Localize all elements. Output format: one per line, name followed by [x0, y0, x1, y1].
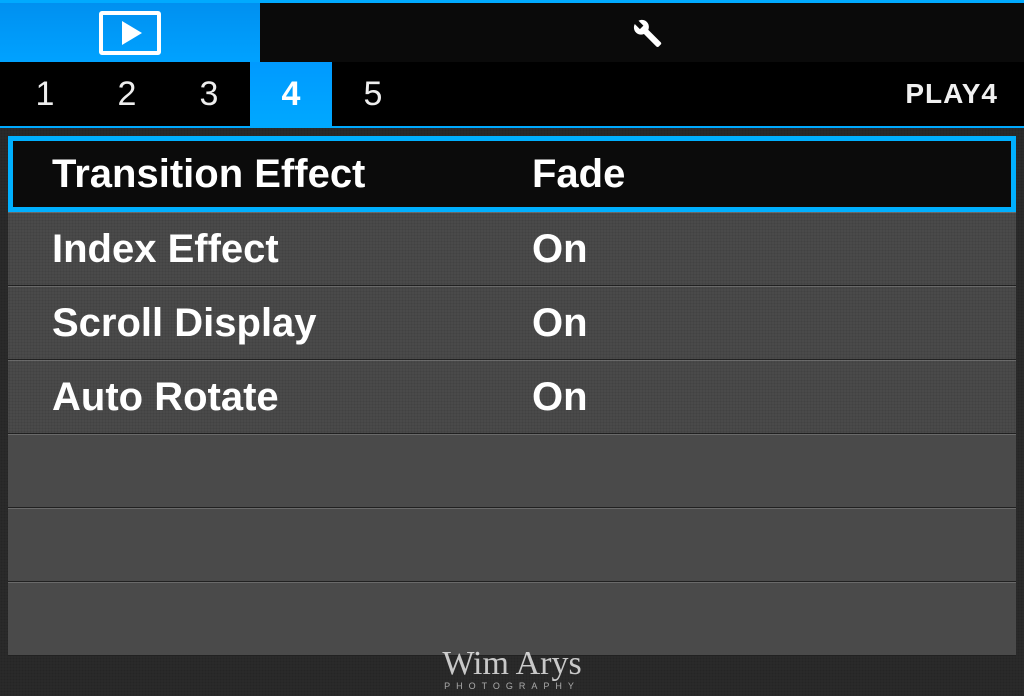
top-category-tabs — [0, 0, 1024, 62]
menu-row-value: On — [532, 375, 986, 420]
menu-row[interactable]: Transition EffectFade — [8, 136, 1016, 212]
menu-row-empty — [8, 434, 1016, 508]
page-tab-5[interactable]: 5 — [332, 62, 414, 126]
menu-row[interactable]: Scroll DisplayOn — [8, 286, 1016, 360]
page-tab-2[interactable]: 2 — [86, 62, 168, 126]
playback-category-tab[interactable] — [0, 3, 260, 62]
menu-row-value: On — [532, 301, 986, 346]
menu-row-label: Transition Effect — [52, 152, 532, 197]
camera-menu-screen: 12345PLAY4 Transition EffectFadeIndex Ef… — [0, 0, 1024, 696]
settings-menu-list: Transition EffectFadeIndex EffectOnScrol… — [0, 128, 1024, 696]
page-number-tabs: 12345 PLAY4 — [0, 62, 1024, 128]
setup-category-tab[interactable] — [260, 3, 1024, 62]
menu-row-label: Auto Rotate — [52, 375, 532, 420]
menu-row-empty — [8, 582, 1016, 656]
menu-row[interactable]: Index EffectOn — [8, 212, 1016, 286]
wrench-icon — [621, 9, 663, 56]
menu-row-empty — [8, 508, 1016, 582]
menu-row-label: Index Effect — [52, 227, 532, 272]
menu-row-value: On — [532, 227, 986, 272]
page-tab-3[interactable]: 3 — [168, 62, 250, 126]
page-tab-1[interactable]: 1 — [4, 62, 86, 126]
playback-icon — [99, 11, 161, 55]
menu-row-value: Fade — [532, 152, 986, 197]
page-tab-4[interactable]: 4 — [250, 62, 332, 126]
menu-row-label: Scroll Display — [52, 301, 532, 346]
page-section-label: PLAY4 — [905, 78, 998, 110]
menu-row[interactable]: Auto RotateOn — [8, 360, 1016, 434]
